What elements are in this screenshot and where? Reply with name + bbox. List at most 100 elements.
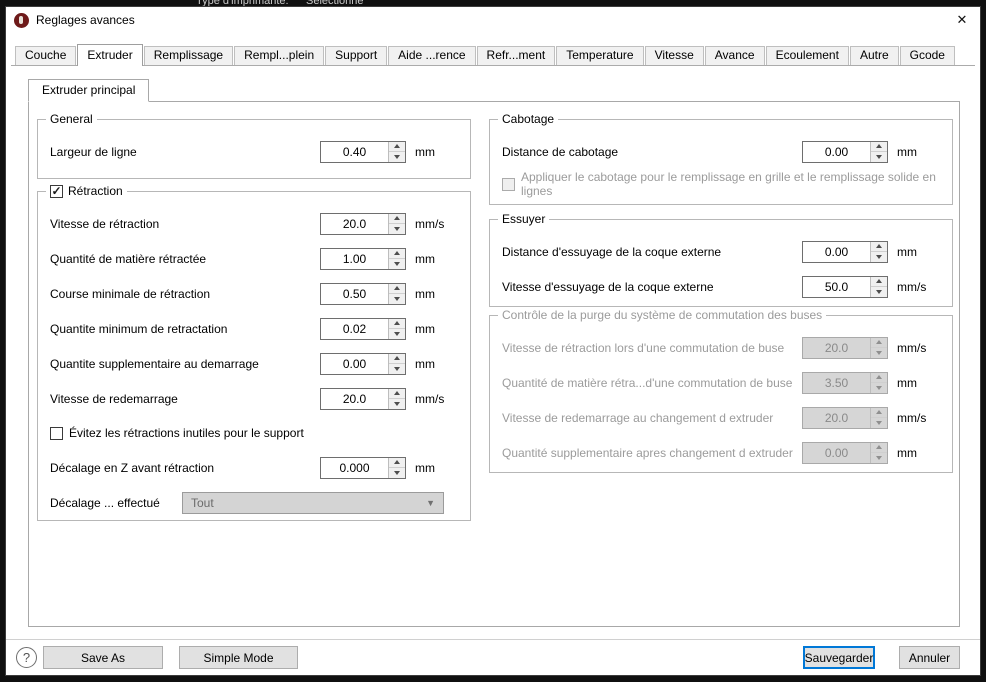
spin-down-icon[interactable] xyxy=(389,364,405,374)
spinner-arrows xyxy=(388,213,405,234)
spin-down-icon[interactable] xyxy=(871,252,887,262)
spinner-arrows xyxy=(388,141,405,162)
spin-value: 20.0 xyxy=(824,410,849,425)
spin-down-icon[interactable] xyxy=(389,224,405,234)
tab-remplissage-plein[interactable]: Rempl...plein xyxy=(234,46,325,65)
coasting-infill-checkbox xyxy=(502,177,515,191)
tab-page: General Largeur de ligne 0.40 mm ✓ Rétra… xyxy=(28,101,960,627)
setting-row-vitesse-redemarrage: Vitesse de redemarrage 20.0 mm/s xyxy=(50,381,458,416)
spin-down-icon[interactable] xyxy=(389,152,405,162)
spin-up-icon[interactable] xyxy=(871,141,887,152)
spin-up-icon[interactable] xyxy=(871,241,887,252)
tab-extruder[interactable]: Extruder xyxy=(77,44,143,66)
spin-up-icon xyxy=(871,337,887,348)
spin-down-icon[interactable] xyxy=(871,152,887,162)
avoid-retraction-checkbox-row: Évitez les rétractions inutiles pour le … xyxy=(50,416,458,450)
save-button[interactable]: Sauvegarder xyxy=(803,646,875,669)
tab-vitesse[interactable]: Vitesse xyxy=(644,46,704,65)
switch-extra-amount-spinbox: 0.00 xyxy=(802,441,888,464)
setting-row-quantite-minimum: Quantite minimum de retractation 0.02 mm xyxy=(50,311,458,346)
setting-row-vitesse-retraction: Vitesse de rétraction 20.0 mm/s xyxy=(50,206,458,241)
setting-label: Vitesse de redemarrage au changement d e… xyxy=(502,410,774,425)
tab-temperature[interactable]: Temperature xyxy=(556,46,644,65)
z-hop-mode-dropdown[interactable]: Tout ▼ xyxy=(182,491,444,514)
tab-refroidissement[interactable]: Refr...ment xyxy=(476,46,556,65)
close-icon[interactable]: ✕ xyxy=(944,7,980,33)
tab-couche[interactable]: Couche xyxy=(15,46,77,65)
switch-retraction-speed-spinbox: 20.0 xyxy=(802,336,888,359)
help-icon[interactable]: ? xyxy=(16,647,37,668)
spin-value: 0.000 xyxy=(339,460,370,475)
tab-avance[interactable]: Avance xyxy=(704,46,765,65)
unit-label: mm xyxy=(415,251,435,266)
tab-autre[interactable]: Autre xyxy=(849,46,899,65)
footer-bar: ? Save As Simple Mode Sauvegarder Annule… xyxy=(6,639,980,675)
unit-label: mm xyxy=(415,286,435,301)
tab-remplissage[interactable]: Remplissage xyxy=(143,46,234,65)
spin-up-icon[interactable] xyxy=(871,276,887,287)
spin-up-icon xyxy=(871,372,887,383)
spin-up-icon[interactable] xyxy=(389,388,405,399)
spin-value: 0.50 xyxy=(342,286,367,301)
avoid-retraction-checkbox[interactable] xyxy=(50,426,63,440)
spinner-arrows xyxy=(388,353,405,374)
restart-speed-spinbox[interactable]: 20.0 xyxy=(320,387,406,410)
spin-up-icon[interactable] xyxy=(389,283,405,294)
spin-down-icon[interactable] xyxy=(389,468,405,478)
spin-up-icon[interactable] xyxy=(389,318,405,329)
spin-down-icon xyxy=(871,348,887,358)
minimum-retraction-spinbox[interactable]: 0.02 xyxy=(320,317,406,340)
spin-up-icon[interactable] xyxy=(389,353,405,364)
unit-label: mm xyxy=(415,321,435,336)
unit-label: mm/s xyxy=(415,216,445,231)
tab-ecoulement[interactable]: Ecoulement xyxy=(765,46,849,65)
setting-row-decalage-z: Décalage en Z avant rétraction 0.000 mm xyxy=(50,450,458,485)
retraction-amount-spinbox[interactable]: 1.00 xyxy=(320,247,406,270)
spin-down-icon[interactable] xyxy=(389,329,405,339)
setting-label: Vitesse de rétraction xyxy=(50,216,160,231)
group-general: General Largeur de ligne 0.40 mm xyxy=(37,112,471,179)
setting-label: Vitesse de rétraction lors d'une commuta… xyxy=(502,340,785,355)
spin-up-icon[interactable] xyxy=(389,457,405,468)
coasting-distance-spinbox[interactable]: 0.00 xyxy=(802,140,888,163)
tab-adherence[interactable]: Aide ...rence xyxy=(388,46,476,65)
tab-gcode[interactable]: Gcode xyxy=(899,46,955,65)
spin-up-icon[interactable] xyxy=(389,141,405,152)
spinner-arrows xyxy=(870,241,887,262)
spin-up-icon[interactable] xyxy=(389,248,405,259)
line-width-spinbox[interactable]: 0.40 xyxy=(320,140,406,163)
retraction-speed-spinbox[interactable]: 20.0 xyxy=(320,212,406,235)
setting-label: Décalage ... effectué xyxy=(50,495,160,510)
save-as-button[interactable]: Save As xyxy=(43,646,163,669)
z-hop-spinbox[interactable]: 0.000 xyxy=(320,456,406,479)
unit-label: mm xyxy=(897,144,917,159)
spin-down-icon[interactable] xyxy=(389,294,405,304)
spin-down-icon[interactable] xyxy=(389,399,405,409)
tab-support[interactable]: Support xyxy=(325,46,388,65)
simple-mode-button[interactable]: Simple Mode xyxy=(179,646,298,669)
spinner-arrows xyxy=(870,372,887,393)
setting-row-vitesse-essuyage: Vitesse d'essuyage de la coque externe 5… xyxy=(502,269,940,304)
spin-down-icon[interactable] xyxy=(389,259,405,269)
tab-extruder-principal[interactable]: Extruder principal xyxy=(28,79,150,102)
wipe-speed-spinbox[interactable]: 50.0 xyxy=(802,275,888,298)
extra-restart-amount-spinbox[interactable]: 0.00 xyxy=(320,352,406,375)
group-purge-title: Contrôle de la purge du système de commu… xyxy=(498,308,827,322)
unit-label: mm xyxy=(897,375,917,390)
checkbox-label: Évitez les rétractions inutiles pour le … xyxy=(69,426,304,440)
spin-up-icon[interactable] xyxy=(389,213,405,224)
spinner-arrows xyxy=(388,318,405,339)
spin-value: 0.40 xyxy=(342,144,367,159)
spin-value: 1.00 xyxy=(342,251,367,266)
unit-label: mm xyxy=(415,144,435,159)
app-icon xyxy=(14,12,29,28)
wipe-distance-spinbox[interactable]: 0.00 xyxy=(802,240,888,263)
retraction-enable-checkbox[interactable]: ✓ xyxy=(50,184,63,198)
setting-label: Largeur de ligne xyxy=(50,144,137,159)
cancel-button[interactable]: Annuler xyxy=(899,646,960,669)
minimum-travel-spinbox[interactable]: 0.50 xyxy=(320,282,406,305)
unit-label: mm xyxy=(415,356,435,371)
setting-label: Vitesse de redemarrage xyxy=(50,391,178,406)
spin-down-icon[interactable] xyxy=(871,287,887,297)
spin-value: 50.0 xyxy=(824,279,849,294)
